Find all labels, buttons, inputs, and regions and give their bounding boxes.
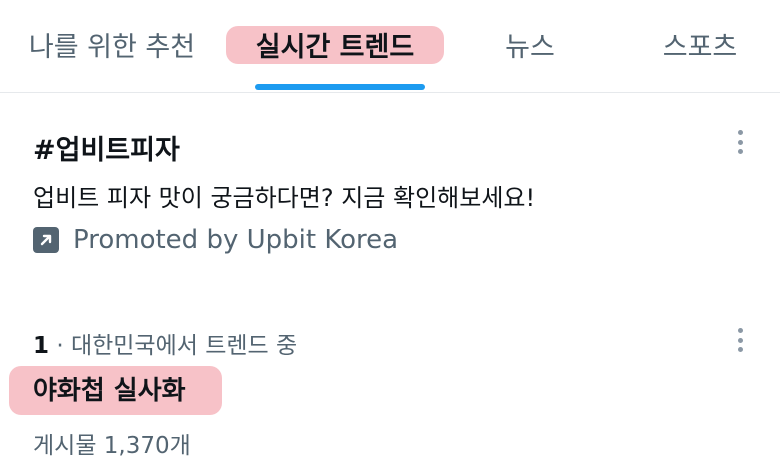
tab-for-you[interactable]: 나를 위한 추천 xyxy=(10,20,214,68)
tab-sports[interactable]: 스포츠 xyxy=(640,20,760,68)
trend-separator: · xyxy=(49,333,71,359)
trend-name: 야화첩 실사화 xyxy=(9,366,222,415)
trend-post-count: 게시물 1,370개 xyxy=(33,433,191,459)
tab-trending[interactable]: 실시간 트렌드 xyxy=(226,20,444,68)
tab-label: 스포츠 xyxy=(662,31,738,63)
trend-item[interactable]: 1 · 대한민국에서 트렌드 중 야화첩 실사화 게시물 1,370개 xyxy=(0,318,780,475)
trend-context-label: 대한민국에서 트렌드 중 xyxy=(70,333,298,359)
more-options-icon[interactable] xyxy=(729,324,751,356)
tab-label: 실시간 트렌드 xyxy=(255,31,415,63)
more-options-icon[interactable] xyxy=(729,126,751,158)
promoted-trend-description: 업비트 피자 맛이 궁금하다면? 지금 확인해보세요! xyxy=(33,184,536,212)
trend-context: 1 · 대한민국에서 트렌드 중 xyxy=(33,326,297,360)
promoted-trend-item[interactable]: #업비트피자 업비트 피자 맛이 궁금하다면? 지금 확인해보세요! Promo… xyxy=(0,118,780,268)
trend-name-label: 야화첩 실사화 xyxy=(33,376,186,406)
tab-label: 나를 위한 추천 xyxy=(28,31,196,63)
tab-news[interactable]: 뉴스 xyxy=(470,20,590,68)
promoted-by: Promoted by Upbit Korea xyxy=(33,225,398,255)
promoted-arrow-icon xyxy=(33,227,59,253)
promoted-by-label: Promoted by Upbit Korea xyxy=(73,225,399,255)
tab-bar: 나를 위한 추천 실시간 트렌드 뉴스 스포츠 xyxy=(0,0,780,93)
tab-label: 뉴스 xyxy=(505,31,555,63)
trend-rank: 1 xyxy=(33,333,50,359)
active-tab-indicator xyxy=(255,84,425,90)
promoted-trend-title: #업비트피자 xyxy=(33,135,180,166)
